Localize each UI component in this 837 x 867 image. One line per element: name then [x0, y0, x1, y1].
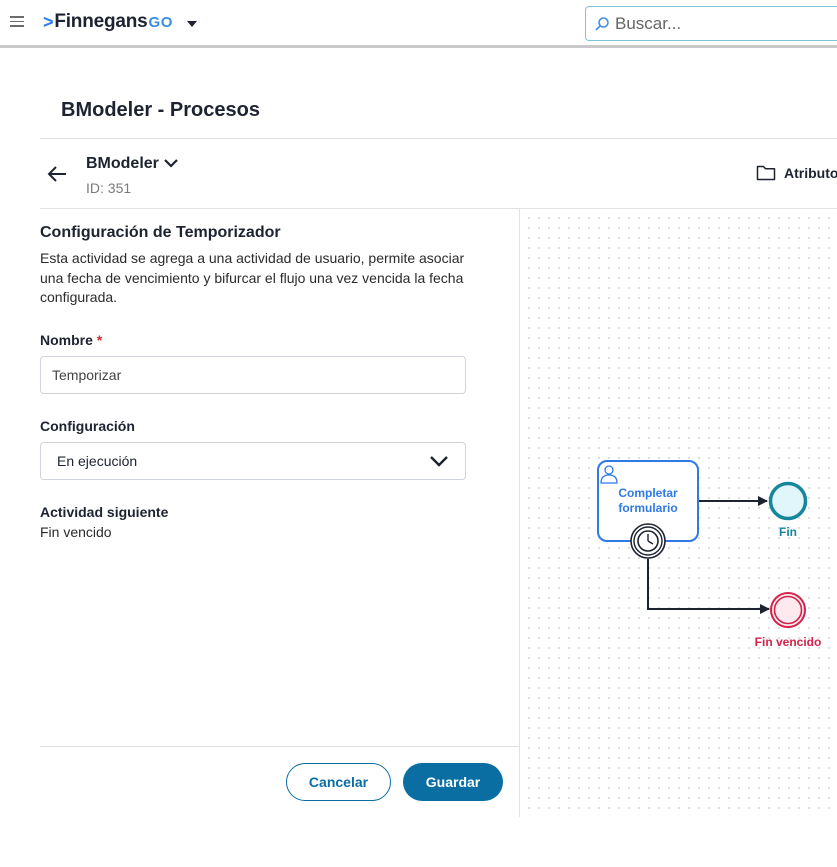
config-selected-value: En ejecución: [57, 453, 138, 469]
cancel-button[interactable]: Cancelar: [286, 763, 391, 801]
section-title: Configuración de Temporizador: [40, 224, 281, 241]
required-marker: *: [96, 332, 103, 348]
model-id: ID: 351: [86, 180, 132, 196]
process-diagram: Completar formulario Fin Fin vencido: [597, 460, 822, 649]
save-button[interactable]: Guardar: [403, 763, 503, 801]
config-label: Configuración: [40, 418, 135, 434]
search-input[interactable]: [615, 13, 815, 34]
arrow-left-icon[interactable]: [46, 163, 68, 185]
brand-name: Finnegans: [54, 11, 148, 32]
task-label-line1: Completar: [618, 486, 678, 500]
next-activity-label: Actividad siguiente: [40, 504, 169, 520]
page-title: BModeler - Procesos: [61, 99, 260, 121]
diagram-canvas[interactable]: Completar formulario Fin Fin vencido: [519, 209, 837, 817]
name-label: Nombre *: [40, 332, 102, 348]
next-activity-value: Fin vencido: [40, 524, 112, 540]
name-input[interactable]: [40, 356, 466, 394]
brand-suffix: GO: [148, 13, 173, 31]
clock-icon[interactable]: [630, 523, 666, 559]
chevron-down-icon[interactable]: [162, 156, 180, 172]
search-icon: [595, 16, 609, 31]
model-name: BModeler: [86, 155, 159, 172]
end-event[interactable]: [768, 481, 808, 521]
brand-logo[interactable]: > Finnegans GO: [43, 11, 173, 33]
divider: [40, 746, 519, 747]
end-event-label: Fin: [779, 525, 797, 539]
brand-chevron: >: [43, 11, 54, 32]
name-label-text: Nombre: [40, 332, 93, 348]
divider: [40, 138, 837, 139]
attributes-button[interactable]: Atributos: [756, 164, 837, 181]
chevron-down-icon: [430, 456, 448, 467]
section-description: Esta actividad se agrega a una actividad…: [40, 250, 465, 305]
search-box[interactable]: [585, 6, 837, 41]
top-bar: > Finnegans GO: [0, 0, 837, 48]
sequence-flow-to-expired[interactable]: [647, 559, 770, 614]
config-select[interactable]: En ejecución: [40, 442, 466, 480]
hamburger-icon[interactable]: [10, 16, 24, 28]
task-label-line2: formulario: [618, 501, 677, 515]
caret-down-icon[interactable]: [187, 21, 197, 27]
expired-end-event[interactable]: [770, 592, 806, 628]
attributes-label: Atributos: [784, 164, 837, 181]
expired-end-label: Fin vencido: [755, 635, 822, 649]
folder-icon: [756, 165, 776, 181]
